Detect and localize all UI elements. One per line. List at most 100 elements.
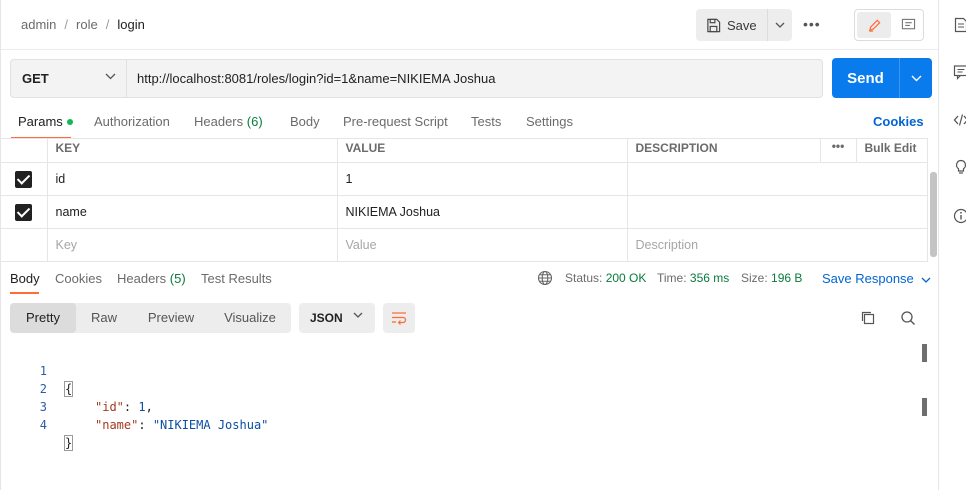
status-readout: Status: 200 OK [565,271,646,285]
breadcrumb-item-role[interactable]: role [76,17,98,32]
code-line: 3 "name": "NIKIEMA Joshua" [1,380,269,432]
language-value: JSON [310,311,343,325]
comment-icon [901,18,915,30]
code-icon[interactable] [953,112,966,128]
format-raw[interactable]: Raw [76,303,132,333]
time-readout: Time: 356 ms [657,271,729,285]
editor-scrollbar-marker[interactable] [922,398,927,416]
size-readout: Size: 196 B [741,271,802,285]
chevron-down-icon [353,312,363,318]
status-label: Status: [565,271,603,285]
cookies-link[interactable]: Cookies [873,114,924,129]
table-row-new: Key Value Description [1,228,928,262]
pencil-icon [868,18,881,32]
breadcrumb-separator: / [105,17,110,32]
new-key-input[interactable]: Key [46,228,338,262]
method-select[interactable]: GET [10,59,126,98]
breadcrumb-separator: / [64,17,69,32]
time-label: Time: [657,271,687,285]
new-value-input[interactable]: Value [336,228,628,262]
view-format-segment: Pretty Raw Preview Visualize [10,303,291,333]
breadcrumb-current[interactable]: login [117,17,144,32]
tab-params-label: Params [18,114,63,129]
table-row: id 1 [1,162,928,196]
code-line: 2 "id": 1, [1,362,153,414]
language-select[interactable]: JSON [299,303,375,333]
info-icon[interactable] [953,208,966,224]
tab-headers[interactable]: Headers (6) [194,114,263,129]
comments-mode-button[interactable] [893,10,923,40]
row-checkbox[interactable] [15,203,33,221]
status-value: 200 OK [605,271,647,285]
format-pretty[interactable]: Pretty [10,303,76,333]
chevron-down-icon [911,75,921,81]
wrap-text-icon [392,312,407,325]
globe-icon[interactable] [537,270,553,286]
method-value: GET [22,71,49,86]
wrap-lines-button[interactable] [383,303,415,333]
breadcrumb-item-admin[interactable]: admin [21,17,56,32]
tab-tests[interactable]: Tests [471,114,501,129]
row-checkbox[interactable] [15,170,33,188]
format-preview[interactable]: Preview [134,303,208,333]
send-button[interactable]: Send [832,70,899,87]
json-value-id: 1 [138,400,146,414]
header-checkbox-cell [1,138,47,163]
new-description-input[interactable]: Description [626,228,928,262]
param-value[interactable]: 1 [336,162,628,196]
response-tab-test-results[interactable]: Test Results [201,271,272,286]
request-tabs: Params Authorization Headers (6) Body Pr… [1,108,939,139]
active-response-tab-indicator [10,292,39,294]
time-value: 356 ms [689,271,730,285]
chevron-down-icon [921,277,931,283]
edit-mode-button[interactable] [857,12,891,38]
send-button-group: Send [832,58,932,98]
tab-params[interactable]: Params [18,114,73,129]
response-tab-body[interactable]: Body [10,271,40,286]
json-close-brace: } [63,435,74,451]
chevron-down-icon [105,73,116,80]
search-icon[interactable] [900,310,916,326]
tab-settings[interactable]: Settings [526,114,573,129]
param-key[interactable]: id [46,162,338,196]
url-input[interactable]: http://localhost:8081/roles/login?id=1&n… [126,59,823,98]
row-checkbox-cell [1,162,48,196]
comments-icon[interactable] [953,64,966,80]
save-label: Save [727,17,757,33]
param-description[interactable] [626,195,928,229]
more-actions-button[interactable]: ••• [803,16,823,34]
code-line: 4 } [1,398,74,451]
column-header-value: VALUE [336,138,628,163]
format-visualize[interactable]: Visualize [210,303,290,333]
json-open-brace: { [63,381,74,397]
code-line: 1 { [1,344,74,397]
line-number: 4 [39,418,47,432]
response-tab-cookies[interactable]: Cookies [55,271,102,286]
view-mode-toggle [854,9,924,41]
params-scrollbar[interactable] [930,172,937,257]
param-description[interactable] [626,162,928,196]
column-options-button[interactable]: ••• [819,138,857,163]
tab-headers-label: Headers [194,114,244,129]
params-active-dot [66,118,73,125]
tab-authorization[interactable]: Authorization [94,114,170,129]
response-tab-headers[interactable]: Headers (5) [117,271,186,286]
param-key[interactable]: name [46,195,338,229]
param-value[interactable]: NIKIEMA Joshua [336,195,628,229]
row-checkbox-cell [1,228,48,262]
bulk-edit-button[interactable]: Bulk Edit [855,138,928,163]
copy-icon[interactable] [860,310,876,326]
tab-body[interactable]: Body [290,114,320,129]
column-header-description: DESCRIPTION [626,138,821,163]
editor-scrollbar-marker[interactable] [922,344,927,362]
save-response-label: Save Response [822,271,914,286]
save-button[interactable]: Save [696,9,768,41]
request-workspace: admin / role / login Save ••• GET http:/… [0,0,939,490]
save-options-button[interactable] [768,9,792,41]
lightbulb-icon[interactable] [953,159,966,175]
documentation-icon[interactable] [953,17,966,33]
send-options-button[interactable] [900,75,932,82]
tab-prerequest-script[interactable]: Pre-request Script [343,114,448,129]
size-value: 196 B [771,271,803,285]
save-response-button[interactable]: Save Response [822,271,931,286]
